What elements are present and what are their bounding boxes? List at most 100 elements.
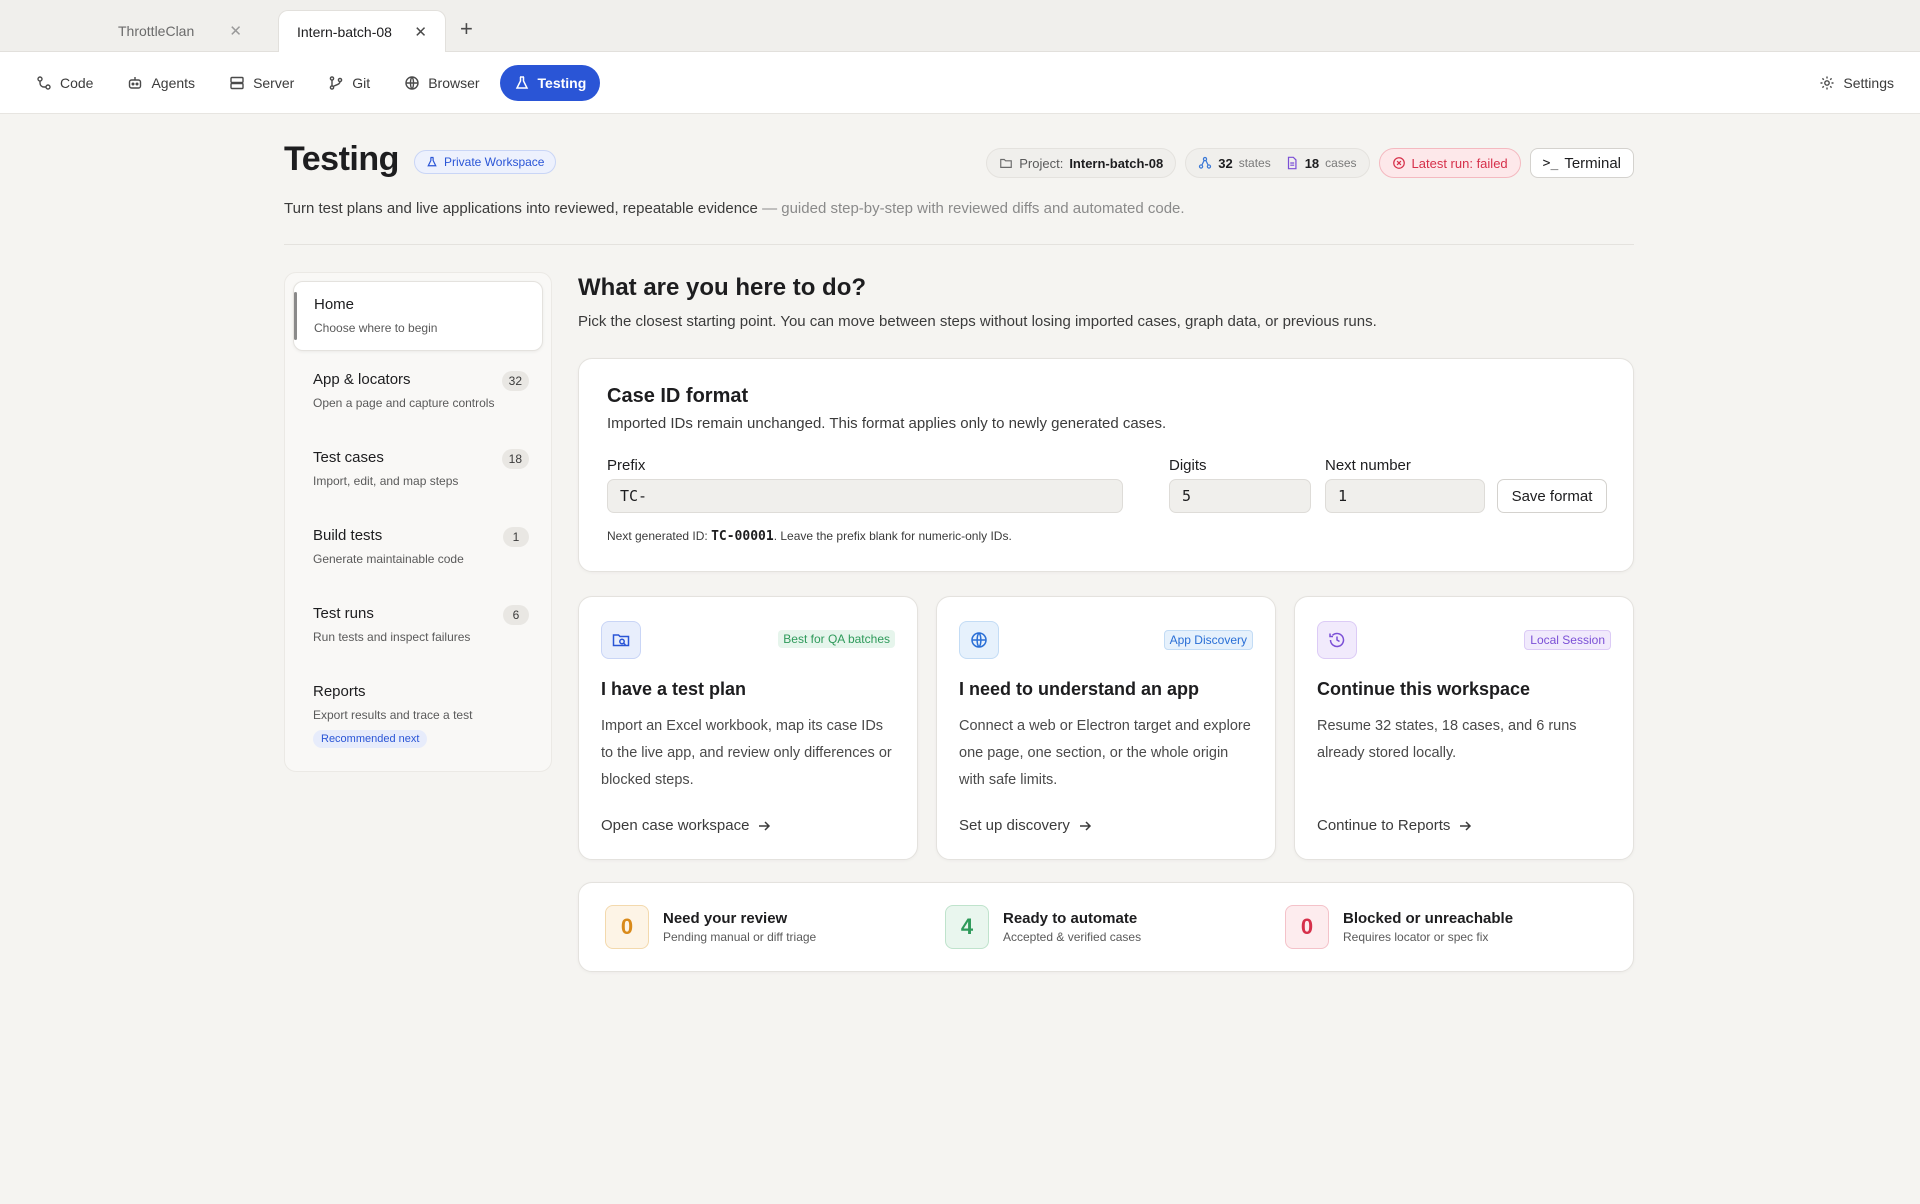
nav-item-code[interactable]: Code — [22, 65, 107, 101]
code-icon — [37, 76, 51, 90]
set-up-discovery-link[interactable]: Set up discovery — [959, 817, 1092, 834]
count-badge: 1 — [503, 527, 529, 547]
page-subtitle: Turn test plans and live applications in… — [284, 200, 1185, 217]
close-icon[interactable]: ✕ — [414, 23, 427, 41]
tab-label: Intern-batch-08 — [297, 23, 392, 40]
prefix-input[interactable]: TC- — [607, 479, 1123, 513]
count-badge: 6 — [503, 605, 529, 625]
save-format-button[interactable]: Save format — [1497, 479, 1607, 513]
tab-intern-batch-08[interactable]: Intern-batch-08 ✕ — [278, 10, 446, 52]
option-tag: App Discovery — [1163, 630, 1253, 650]
error-circle-icon — [1392, 157, 1405, 169]
stat-ready-to-automate[interactable]: 4 Ready to automate Accepted & verified … — [945, 905, 1141, 949]
stat-title: Need your review — [663, 910, 788, 927]
terminal-label: Terminal — [1564, 154, 1621, 172]
sidebar-item-desc: Run tests and inspect failures — [313, 630, 471, 644]
sidebar-item-title: Home — [314, 296, 355, 313]
sidebar-item-desc: Open a page and capture controls — [313, 396, 495, 410]
count-badge: 18 — [501, 449, 529, 469]
globe-icon — [405, 76, 419, 90]
sidebar-item-title: Test cases — [313, 449, 384, 466]
nav-item-server[interactable]: Server — [215, 65, 308, 101]
graph-icon — [1199, 156, 1212, 169]
stat-need-review[interactable]: 0 Need your review Pending manual or dif… — [605, 905, 816, 949]
nav-label: Server — [253, 75, 295, 91]
sidebar-item-title: Reports — [313, 683, 366, 700]
stat-title: Blocked or unreachable — [1343, 910, 1514, 927]
open-case-workspace-link[interactable]: Open case workspace — [601, 817, 771, 834]
plus-icon[interactable]: + — [460, 16, 473, 42]
digits-label: Digits — [1169, 457, 1207, 474]
cases-count: 18 — [1304, 155, 1320, 171]
main-heading: What are you here to do? — [578, 274, 867, 301]
option-body: Connect a web or Electron target and exp… — [959, 718, 1251, 788]
prefix-label: Prefix — [607, 457, 646, 474]
stat-value: 0 — [1285, 905, 1329, 949]
tab-label: ThrottleClan — [118, 23, 195, 39]
nav-item-browser[interactable]: Browser — [390, 65, 493, 101]
link-label: Open case workspace — [601, 817, 750, 834]
option-tag: Local Session — [1524, 630, 1611, 650]
stat-desc: Pending manual or diff triage — [663, 930, 817, 944]
note-suffix: . Leave the prefix blank for numeric-onl… — [773, 529, 1012, 543]
badge-label: Private Workspace — [444, 155, 545, 169]
flask-icon — [427, 156, 437, 167]
globe-icon — [959, 621, 999, 659]
option-card-understand-app[interactable]: App Discovery I need to understand an ap… — [936, 596, 1276, 860]
digits-input[interactable]: 5 — [1169, 479, 1311, 513]
nav-item-agents[interactable]: Agents — [113, 65, 209, 101]
stat-blocked[interactable]: 0 Blocked or unreachable Requires locato… — [1285, 905, 1513, 949]
header-status-chips: Project: Intern-batch-08 32 states 18 ca… — [986, 148, 1634, 178]
link-label: Continue to Reports — [1317, 817, 1451, 834]
sidebar-item-build-tests[interactable]: Build tests Generate maintainable code 1 — [293, 513, 543, 591]
card-subtitle: Imported IDs remain unchanged. This form… — [607, 415, 1167, 432]
divider — [284, 244, 1634, 245]
sidebar-item-desc: Choose where to begin — [314, 321, 438, 335]
nav-label: Code — [60, 75, 94, 91]
project-chip[interactable]: Project: Intern-batch-08 — [986, 148, 1177, 178]
settings-button[interactable]: Settings — [1819, 65, 1894, 101]
folder-icon — [1000, 158, 1013, 168]
option-card-test-plan[interactable]: Best for QA batches I have a test plan I… — [578, 596, 918, 860]
top-navigation: Code Agents Server Git Browser Testing S… — [0, 52, 1920, 114]
sidebar-item-reports[interactable]: Reports Export results and trace a test … — [293, 669, 543, 761]
note-prefix: Next generated ID: — [607, 529, 712, 543]
next-number-label: Next number — [1325, 457, 1411, 474]
option-body: Resume 32 states, 18 cases, and 6 runs a… — [1317, 718, 1577, 761]
link-label: Set up discovery — [959, 817, 1070, 834]
terminal-button[interactable]: >_ Terminal — [1529, 148, 1634, 178]
option-body: Import an Excel workbook, map its case I… — [601, 718, 892, 788]
next-number-input[interactable]: 1 — [1325, 479, 1485, 513]
sidebar-item-title: App & locators — [313, 371, 411, 388]
stat-desc: Requires locator or spec fix — [1343, 930, 1489, 944]
terminal-icon: >_ — [1542, 155, 1559, 171]
option-card-continue-workspace[interactable]: Local Session Continue this workspace Re… — [1294, 596, 1634, 860]
continue-to-reports-link[interactable]: Continue to Reports — [1317, 817, 1472, 834]
tab-throttleclan[interactable]: ThrottleClan ✕ — [100, 10, 260, 52]
option-tag: Best for QA batches — [778, 630, 895, 648]
arrow-right-icon — [1460, 820, 1472, 831]
sidebar-item-test-cases[interactable]: Test cases Import, edit, and map steps 1… — [293, 435, 543, 513]
latest-run-label: Latest run: failed — [1411, 155, 1508, 171]
sidebar-item-app-locators[interactable]: App & locators Open a page and capture c… — [293, 357, 543, 435]
gear-icon — [1820, 76, 1834, 90]
sidebar: Home Choose where to begin App & locator… — [284, 272, 552, 772]
nav-label: Agents — [151, 75, 196, 91]
states-count: 32 — [1218, 155, 1233, 171]
next-id: TC-00001 — [711, 529, 774, 544]
folder-search-icon — [601, 621, 641, 659]
sidebar-item-home[interactable]: Home Choose where to begin — [293, 281, 543, 351]
private-workspace-badge: Private Workspace — [414, 150, 557, 174]
close-icon[interactable]: ✕ — [229, 22, 242, 40]
nav-item-testing[interactable]: Testing — [499, 65, 601, 101]
subtitle-main: Turn test plans and live applications in… — [284, 200, 758, 217]
counts-chip: 32 states 18 cases — [1185, 148, 1370, 178]
git-branch-icon — [329, 76, 343, 90]
arrow-right-icon — [759, 820, 771, 831]
latest-run-status[interactable]: Latest run: failed — [1378, 148, 1521, 178]
nav-item-git[interactable]: Git — [314, 65, 384, 101]
nav-label: Git — [352, 75, 371, 91]
flask-icon — [515, 76, 528, 89]
card-title: Case ID format — [607, 385, 749, 407]
sidebar-item-test-runs[interactable]: Test runs Run tests and inspect failures… — [293, 591, 543, 669]
